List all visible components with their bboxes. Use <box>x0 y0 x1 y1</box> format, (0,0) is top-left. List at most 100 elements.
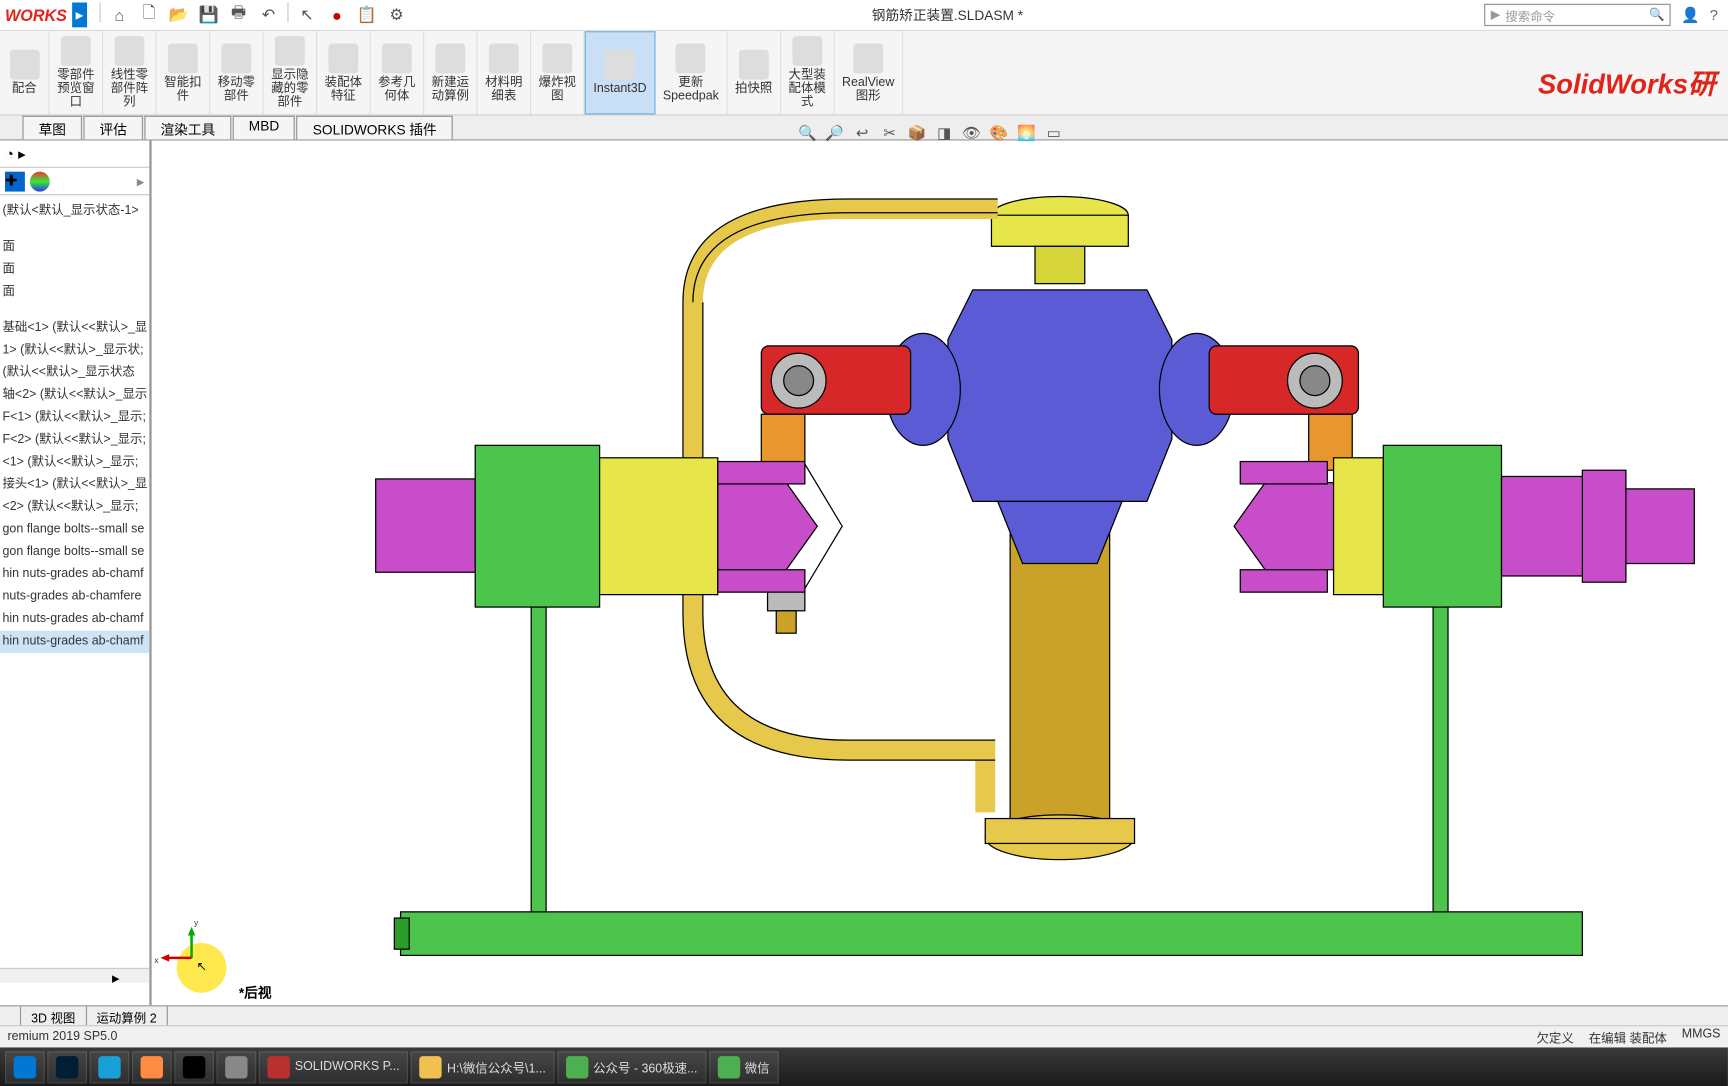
graphics-viewport[interactable]: y x ↖ *后视 <box>152 141 1728 1006</box>
ribbon-RealView图形[interactable]: RealView图形 <box>835 31 903 114</box>
status-item: 欠定义 <box>1536 1028 1573 1047</box>
ribbon-显示隐藏的零部件[interactable]: 显示隐藏的零部件 <box>264 31 317 114</box>
tree-item[interactable]: gon flange bolts--small se <box>0 519 149 541</box>
feature-manager-tree: ◔ ▸ ✚ ▸ (默认<默认_显示状态-1>面面面基础<1> (默认<<默认>_… <box>0 141 152 1006</box>
taskbar-item[interactable]: 微信 <box>709 1051 779 1083</box>
tree-item[interactable]: 面 <box>0 281 149 303</box>
ribbon-材料明细表[interactable]: 材料明细表 <box>478 31 531 114</box>
ribbon-新建运动算例[interactable]: 新建运动算例 <box>424 31 477 114</box>
tree-item[interactable]: hin nuts-grades ab-chamf <box>0 608 149 630</box>
svg-text:x: x <box>154 955 159 965</box>
ribbon-配合[interactable]: 配合 <box>0 31 50 114</box>
open-icon[interactable]: 📂 <box>165 2 192 27</box>
bottom-tab[interactable] <box>0 1006 21 1025</box>
ribbon-移动零部件[interactable]: 移动零部件 <box>210 31 263 114</box>
save-icon[interactable]: 💾 <box>195 2 222 27</box>
tree-item[interactable]: hin nuts-grades ab-chamf <box>0 564 149 586</box>
taskbar-item[interactable]: H:\微信公众号\1... <box>411 1051 555 1083</box>
taskbar-item[interactable] <box>47 1051 87 1083</box>
ribbon-大型装配体模式[interactable]: 大型装配体模式 <box>781 31 834 114</box>
logo-dropdown[interactable]: ▶ <box>72 2 87 27</box>
quick-access-toolbar: ⌂ 🗋 📂 💾 🖶 ↶ ↖ ● 📋 ⚙ <box>97 2 410 27</box>
taskbar-item[interactable] <box>90 1051 130 1083</box>
tree-item[interactable]: 基础<1> (默认<<默认>_显 <box>0 317 149 339</box>
ribbon-拍快照[interactable]: 拍快照 <box>728 31 781 114</box>
motion-study-tabs: 3D 视图运动算例 2 <box>0 1005 1728 1025</box>
tree-item[interactable]: <2> (默认<<默认>_显示; <box>0 496 149 518</box>
tab-SOLIDWORKS 插件[interactable]: SOLIDWORKS 插件 <box>297 116 453 140</box>
tab-评估[interactable]: 评估 <box>83 116 143 140</box>
heads-up-toolbar: 🔍 🔎 ↩ ✂ 📦 ◨ 👁 🎨 🌅 ▭ <box>796 122 1065 144</box>
zoom-fit-icon[interactable]: 🔍 <box>796 122 818 144</box>
section-view-icon[interactable]: ✂ <box>878 122 900 144</box>
bottom-tab[interactable]: 运动算例 2 <box>87 1006 168 1025</box>
tree-item[interactable]: hin nuts-grades ab-chamf <box>0 631 149 653</box>
app-logo: WORKS <box>0 6 72 25</box>
view-settings-icon[interactable]: ▭ <box>1042 122 1064 144</box>
status-version: remium 2019 SP5.0 <box>7 1030 117 1044</box>
apply-scene-icon[interactable]: 🌅 <box>1015 122 1037 144</box>
user-icon[interactable]: 👤 <box>1681 6 1700 23</box>
edit-appearance-icon[interactable]: 🎨 <box>988 122 1010 144</box>
tree-scrollbar[interactable]: ▸ <box>0 968 149 983</box>
tree-item[interactable]: nuts-grades ab-chamfere <box>0 586 149 608</box>
document-title: 钢筋矫正装置.SLDASM * <box>410 5 1484 25</box>
taskbar-item[interactable]: SOLIDWORKS P... <box>259 1051 409 1083</box>
tree-filter[interactable]: ◔ ▸ <box>0 141 149 168</box>
view-triad[interactable]: y x ↖ <box>177 943 227 993</box>
ribbon-智能扣件[interactable]: 智能扣件 <box>157 31 210 114</box>
hide-show-icon[interactable]: 👁 <box>960 122 982 144</box>
taskbar-item[interactable]: 公众号 - 360极速... <box>557 1051 706 1083</box>
tree-item[interactable]: (默认<<默认>_显示状态 <box>0 362 149 384</box>
taskbar-item[interactable] <box>132 1051 172 1083</box>
ribbon-爆炸视图[interactable]: 爆炸视图 <box>531 31 584 114</box>
home-icon[interactable]: ⌂ <box>106 2 133 27</box>
help-icon[interactable]: ? <box>1710 6 1718 23</box>
tree-item[interactable]: F<2> (默认<<默认>_显示; <box>0 429 149 451</box>
feature-manager-icon[interactable]: ✚ <box>5 171 25 191</box>
model-view <box>152 141 1728 1006</box>
view-orient-icon[interactable]: 📦 <box>906 122 928 144</box>
title-bar: WORKS ▶ ⌂ 🗋 📂 💾 🖶 ↶ ↖ ● 📋 ⚙ 钢筋矫正装置.SLDAS… <box>0 0 1728 31</box>
ribbon-更新Speedpak[interactable]: 更新Speedpak <box>655 31 727 114</box>
previous-view-icon[interactable]: ↩ <box>851 122 873 144</box>
ribbon-零部件预览窗口[interactable]: 零部件预览窗口 <box>50 31 103 114</box>
undo-icon[interactable]: ↶ <box>255 2 282 27</box>
display-style-icon[interactable]: ◨ <box>933 122 955 144</box>
tree-item[interactable]: 1> (默认<<默认>_显示状; <box>0 340 149 362</box>
expand-icon[interactable]: ▸ <box>137 172 145 189</box>
bottom-tab[interactable]: 3D 视图 <box>21 1006 86 1025</box>
ribbon-参考几何体[interactable]: 参考几何体 <box>371 31 424 114</box>
tab-MBD[interactable]: MBD <box>233 116 296 140</box>
options-icon[interactable]: 📋 <box>353 2 380 27</box>
taskbar-item[interactable] <box>216 1051 256 1083</box>
select-icon[interactable]: ↖ <box>293 2 320 27</box>
watermark-text: SolidWorks研 <box>1538 62 1715 102</box>
rebuild-icon[interactable]: ● <box>323 2 350 27</box>
tree-item[interactable]: 接头<1> (默认<<默认>_显 <box>0 474 149 496</box>
taskbar-item[interactable] <box>5 1051 45 1083</box>
search-input[interactable]: ▶ 搜索命令 🔍 <box>1485 4 1672 26</box>
view-orientation-label: *后视 <box>239 983 272 1003</box>
ribbon-装配体特征[interactable]: 装配体特征 <box>317 31 370 114</box>
ribbon-线性零部件阵列[interactable]: 线性零部件阵列 <box>103 31 156 114</box>
windows-taskbar: SOLIDWORKS P...H:\微信公众号\1...公众号 - 360极速.… <box>0 1047 1728 1086</box>
status-item: MMGS <box>1682 1028 1721 1047</box>
config-manager-icon[interactable] <box>30 171 50 191</box>
taskbar-item[interactable] <box>174 1051 214 1083</box>
print-icon[interactable]: 🖶 <box>225 2 252 27</box>
tree-item[interactable]: (默认<默认_显示状态-1> <box>0 200 149 222</box>
tree-item[interactable]: <1> (默认<<默认>_显示; <box>0 452 149 474</box>
tab-草图[interactable]: 草图 <box>22 116 82 140</box>
tree-item[interactable]: 轴<2> (默认<<默认>_显示 <box>0 384 149 406</box>
tree-item[interactable]: F<1> (默认<<默认>_显示; <box>0 407 149 429</box>
tab-渲染工具[interactable]: 渲染工具 <box>144 116 231 140</box>
new-icon[interactable]: 🗋 <box>135 2 162 27</box>
tree-item[interactable]: 面 <box>0 259 149 281</box>
zoom-area-icon[interactable]: 🔎 <box>824 122 846 144</box>
settings-icon[interactable]: ⚙ <box>383 2 410 27</box>
tree-item[interactable]: 面 <box>0 236 149 258</box>
command-ribbon: 配合零部件预览窗口线性零部件阵列智能扣件移动零部件显示隐藏的零部件装配体特征参考… <box>0 31 1728 116</box>
ribbon-Instant3D[interactable]: Instant3D <box>585 31 656 114</box>
tree-item[interactable]: gon flange bolts--small se <box>0 541 149 563</box>
